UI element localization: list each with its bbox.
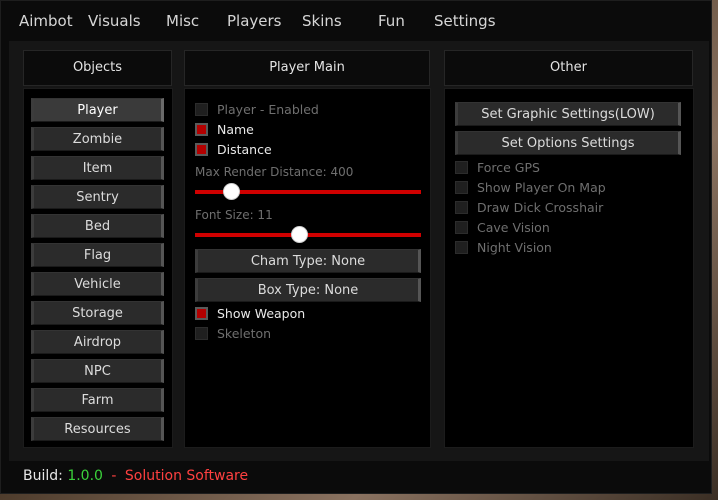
brand-name: Solution Software	[124, 468, 249, 484]
max-render-distance-label: Max Render Distance: 400	[195, 165, 354, 179]
object-resources[interactable]: Resources	[31, 417, 164, 441]
max-render-distance-slider[interactable]	[195, 183, 421, 200]
player-enabled-label: Player - Enabled	[217, 102, 319, 117]
distance-checkbox[interactable]	[195, 143, 208, 156]
set-graphic-settings-button[interactable]: Set Graphic Settings(LOW)	[455, 102, 681, 126]
object-player[interactable]: Player	[31, 98, 164, 122]
objects-panel: Player Zombie Item Sentry Bed Flag Vehic…	[23, 88, 173, 448]
cave-vision-label: Cave Vision	[477, 220, 550, 235]
night-vision-checkbox[interactable]	[455, 241, 468, 254]
font-size-knob[interactable]	[290, 226, 308, 243]
build-footer: Build: 1.0.0 - Solution Software	[9, 463, 709, 491]
other-header: Other	[444, 50, 693, 86]
cham-type-button[interactable]: Cham Type: None	[195, 249, 421, 273]
cave-vision-option[interactable]: Cave Vision	[455, 220, 675, 236]
menu-skins[interactable]: Skins	[302, 12, 342, 30]
content-area: Objects Player Zombie Item Sentry Bed Fl…	[9, 41, 709, 461]
top-menu-bar: Aimbot Visuals Misc Players Skins Fun Se…	[1, 1, 711, 39]
show-weapon-label: Show Weapon	[217, 306, 306, 321]
max-render-distance-knob[interactable]	[223, 183, 241, 200]
menu-misc[interactable]: Misc	[166, 12, 199, 30]
object-flag[interactable]: Flag	[31, 243, 164, 267]
object-item[interactable]: Item	[31, 156, 164, 180]
build-version: 1.0.0	[67, 468, 103, 484]
other-panel: Set Graphic Settings(LOW) Set Options Se…	[444, 88, 694, 448]
object-vehicle[interactable]: Vehicle	[31, 272, 164, 296]
player-main-header: Player Main	[184, 50, 430, 86]
name-checkbox[interactable]	[195, 123, 208, 136]
object-zombie[interactable]: Zombie	[31, 127, 164, 151]
object-airdrop[interactable]: Airdrop	[31, 330, 164, 354]
force-gps-label: Force GPS	[477, 160, 540, 175]
show-weapon-checkbox[interactable]	[195, 307, 208, 320]
box-type-button[interactable]: Box Type: None	[195, 278, 421, 302]
show-weapon-option[interactable]: Show Weapon	[195, 306, 415, 322]
show-player-on-map-option[interactable]: Show Player On Map	[455, 180, 675, 196]
menu-fun[interactable]: Fun	[378, 12, 405, 30]
player-main-panel: Player - Enabled Name Distance Max Rende…	[184, 88, 431, 448]
build-label: Build:	[23, 468, 63, 484]
force-gps-checkbox[interactable]	[455, 161, 468, 174]
cheat-menu-window: Aimbot Visuals Misc Players Skins Fun Se…	[0, 0, 712, 494]
menu-players[interactable]: Players	[227, 12, 282, 30]
name-label: Name	[217, 122, 254, 137]
set-options-settings-button[interactable]: Set Options Settings	[455, 131, 681, 155]
draw-crosshair-checkbox[interactable]	[455, 201, 468, 214]
show-player-on-map-checkbox[interactable]	[455, 181, 468, 194]
player-enabled-option[interactable]: Player - Enabled	[195, 102, 415, 118]
footer-separator: -	[111, 468, 117, 484]
skeleton-label: Skeleton	[217, 326, 272, 341]
menu-settings[interactable]: Settings	[434, 12, 496, 30]
night-vision-label: Night Vision	[477, 240, 552, 255]
skeleton-option[interactable]: Skeleton	[195, 326, 415, 342]
night-vision-option[interactable]: Night Vision	[455, 240, 675, 256]
distance-option[interactable]: Distance	[195, 142, 415, 158]
force-gps-option[interactable]: Force GPS	[455, 160, 675, 176]
objects-header: Objects	[23, 50, 172, 86]
name-option[interactable]: Name	[195, 122, 415, 138]
object-sentry[interactable]: Sentry	[31, 185, 164, 209]
object-npc[interactable]: NPC	[31, 359, 164, 383]
object-storage[interactable]: Storage	[31, 301, 164, 325]
font-size-slider[interactable]	[195, 226, 421, 243]
show-player-on-map-label: Show Player On Map	[477, 180, 606, 195]
draw-crosshair-option[interactable]: Draw Dick Crosshair	[455, 200, 675, 216]
menu-aimbot[interactable]: Aimbot	[19, 12, 73, 30]
cave-vision-checkbox[interactable]	[455, 221, 468, 234]
draw-crosshair-label: Draw Dick Crosshair	[477, 200, 604, 215]
object-bed[interactable]: Bed	[31, 214, 164, 238]
distance-label: Distance	[217, 142, 272, 157]
player-enabled-checkbox[interactable]	[195, 103, 208, 116]
menu-visuals[interactable]: Visuals	[88, 12, 141, 30]
object-farm[interactable]: Farm	[31, 388, 164, 412]
skeleton-checkbox[interactable]	[195, 327, 208, 340]
font-size-label: Font Size: 11	[195, 208, 273, 222]
